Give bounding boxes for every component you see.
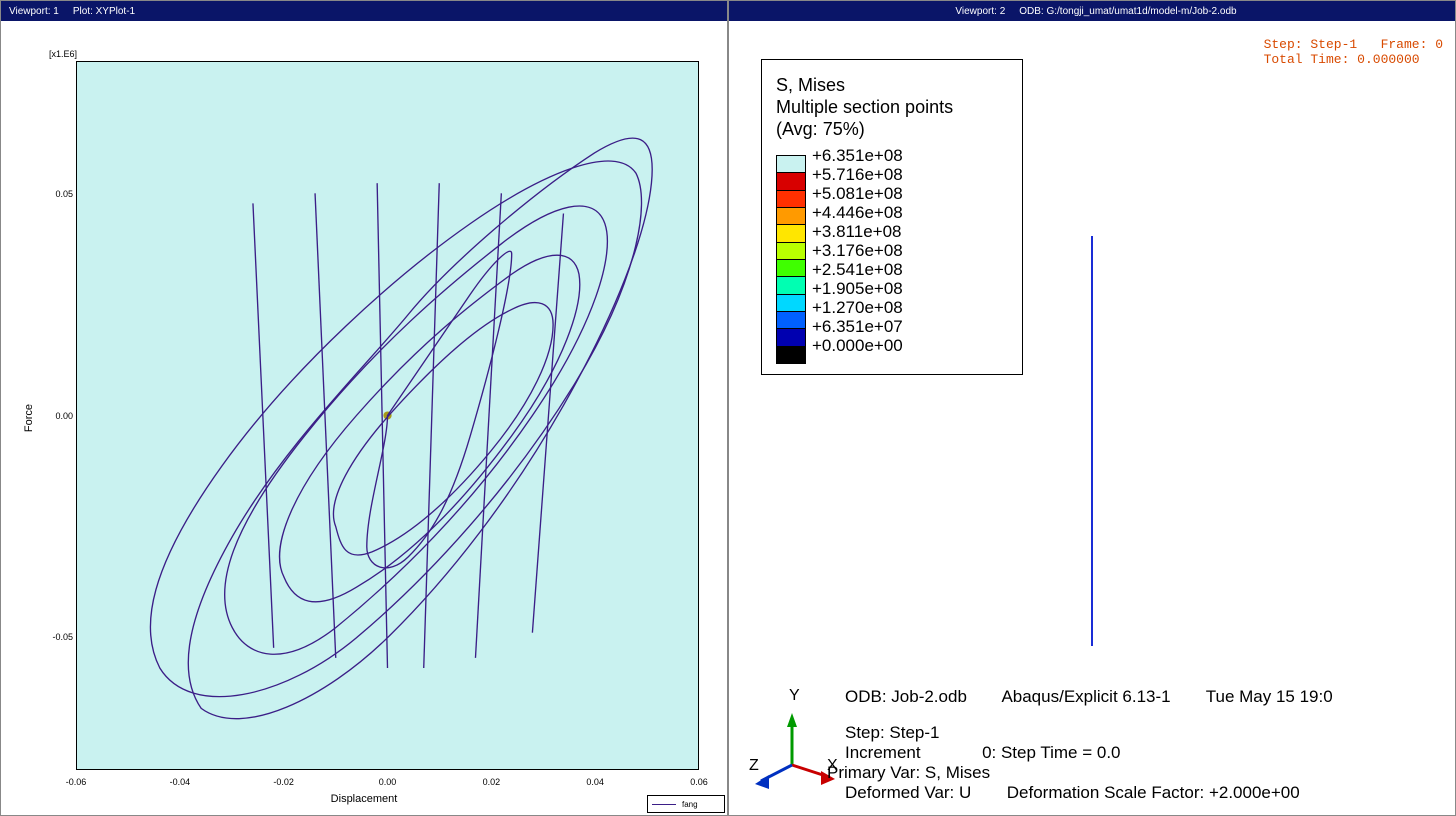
viewport1-label: Viewport: 1 bbox=[9, 6, 59, 17]
legend-swatch bbox=[777, 156, 805, 172]
legend-swatch bbox=[777, 311, 805, 328]
y-tick: -0.05 bbox=[45, 632, 73, 642]
x-tick: -0.02 bbox=[273, 777, 294, 787]
legend-swatch bbox=[777, 294, 805, 311]
def-scale-factor: Deformation Scale Factor: +2.000e+00 bbox=[1007, 783, 1300, 802]
footer-block: Y X Z ODB: Job-2.odb Abaqus/Explicit 6.1… bbox=[747, 687, 1427, 807]
odb-canvas[interactable]: Step: Step-1 Frame: 0 Total Time: 0.0000… bbox=[729, 21, 1455, 815]
x-tick: -0.06 bbox=[66, 777, 87, 787]
y-tick: 0.05 bbox=[45, 189, 73, 199]
hysteresis-curve bbox=[77, 62, 698, 769]
legend-swatch bbox=[777, 346, 805, 363]
x-tick: 0.02 bbox=[483, 777, 501, 787]
step-time: 0: Step Time = 0.0 bbox=[982, 743, 1120, 762]
legend-color-bar bbox=[776, 155, 806, 364]
viewport2-header: Viewport: 2 ODB: G:/tongji_umat/umat1d/m… bbox=[729, 1, 1455, 21]
deformed-var: Deformed Var: U bbox=[845, 783, 971, 802]
x-tick: -0.04 bbox=[170, 777, 191, 787]
viewport2-odb-label: ODB: G:/tongji_umat/umat1d/model-m/Job-2… bbox=[1019, 6, 1236, 17]
step-name: Step: Step-1 bbox=[845, 723, 940, 743]
legend-value: +2.541e+08 bbox=[812, 260, 1008, 279]
frame-info: Step: Step-1 Frame: 0 Total Time: 0.0000… bbox=[1264, 37, 1443, 67]
xyplot-canvas[interactable]: [x1.E6] bbox=[1, 21, 727, 815]
legend-swatch bbox=[777, 172, 805, 189]
plot-area bbox=[76, 61, 699, 770]
legend-value: +6.351e+07 bbox=[812, 317, 1008, 336]
legend-values: +6.351e+08+5.716e+08+5.081e+08+4.446e+08… bbox=[806, 146, 1008, 364]
x-tick: 0.04 bbox=[586, 777, 604, 787]
legend-swatch bbox=[777, 224, 805, 241]
triad-z-label: Z bbox=[749, 757, 759, 775]
triad-icon bbox=[747, 705, 837, 795]
primary-var: Primary Var: S, Mises bbox=[827, 763, 990, 783]
legend-value: +3.811e+08 bbox=[812, 222, 1008, 241]
legend-value: +4.446e+08 bbox=[812, 203, 1008, 222]
triad-y-label: Y bbox=[789, 687, 800, 705]
legend-line-sample bbox=[652, 804, 676, 805]
x-tick: 0.06 bbox=[690, 777, 708, 787]
viewport-2[interactable]: Viewport: 2 ODB: G:/tongji_umat/umat1d/m… bbox=[728, 0, 1456, 816]
contour-legend: S, Mises Multiple section points (Avg: 7… bbox=[761, 59, 1023, 375]
odb-date: Tue May 15 19:0 bbox=[1206, 687, 1333, 706]
product-name: Abaqus/Explicit 6.13-1 bbox=[1001, 687, 1170, 706]
viewport1-header: Viewport: 1 Plot: XYPlot-1 bbox=[1, 1, 727, 21]
plot-legend: fang bbox=[647, 795, 725, 813]
y-axis-multiplier: [x1.E6] bbox=[49, 49, 77, 59]
y-tick: 0.00 bbox=[45, 411, 73, 421]
viewport-1[interactable]: Viewport: 1 Plot: XYPlot-1 [x1.E6] bbox=[0, 0, 728, 816]
x-axis-label: Displacement bbox=[331, 793, 398, 805]
legend-swatch bbox=[777, 242, 805, 259]
legend-swatch bbox=[777, 259, 805, 276]
model-beam bbox=[1091, 236, 1093, 646]
legend-value: +6.351e+08 bbox=[812, 146, 1008, 165]
legend-value: +5.716e+08 bbox=[812, 165, 1008, 184]
legend-swatch bbox=[777, 276, 805, 293]
legend-value: +1.270e+08 bbox=[812, 298, 1008, 317]
legend-value: +1.905e+08 bbox=[812, 279, 1008, 298]
y-axis-label: Force bbox=[23, 404, 35, 432]
viewport2-label: Viewport: 2 bbox=[955, 6, 1005, 17]
increment-label: Increment bbox=[845, 743, 921, 762]
legend-label: fang bbox=[682, 800, 698, 809]
legend-title: S, Mises Multiple section points (Avg: 7… bbox=[776, 74, 1008, 140]
legend-value: +0.000e+00 bbox=[812, 336, 1008, 355]
legend-value: +3.176e+08 bbox=[812, 241, 1008, 260]
viewport1-plot-label: Plot: XYPlot-1 bbox=[73, 6, 135, 17]
legend-swatch bbox=[777, 207, 805, 224]
odb-file: ODB: Job-2.odb bbox=[845, 687, 967, 706]
legend-swatch bbox=[777, 190, 805, 207]
x-tick: 0.00 bbox=[379, 777, 397, 787]
legend-swatch bbox=[777, 328, 805, 345]
legend-value: +5.081e+08 bbox=[812, 184, 1008, 203]
